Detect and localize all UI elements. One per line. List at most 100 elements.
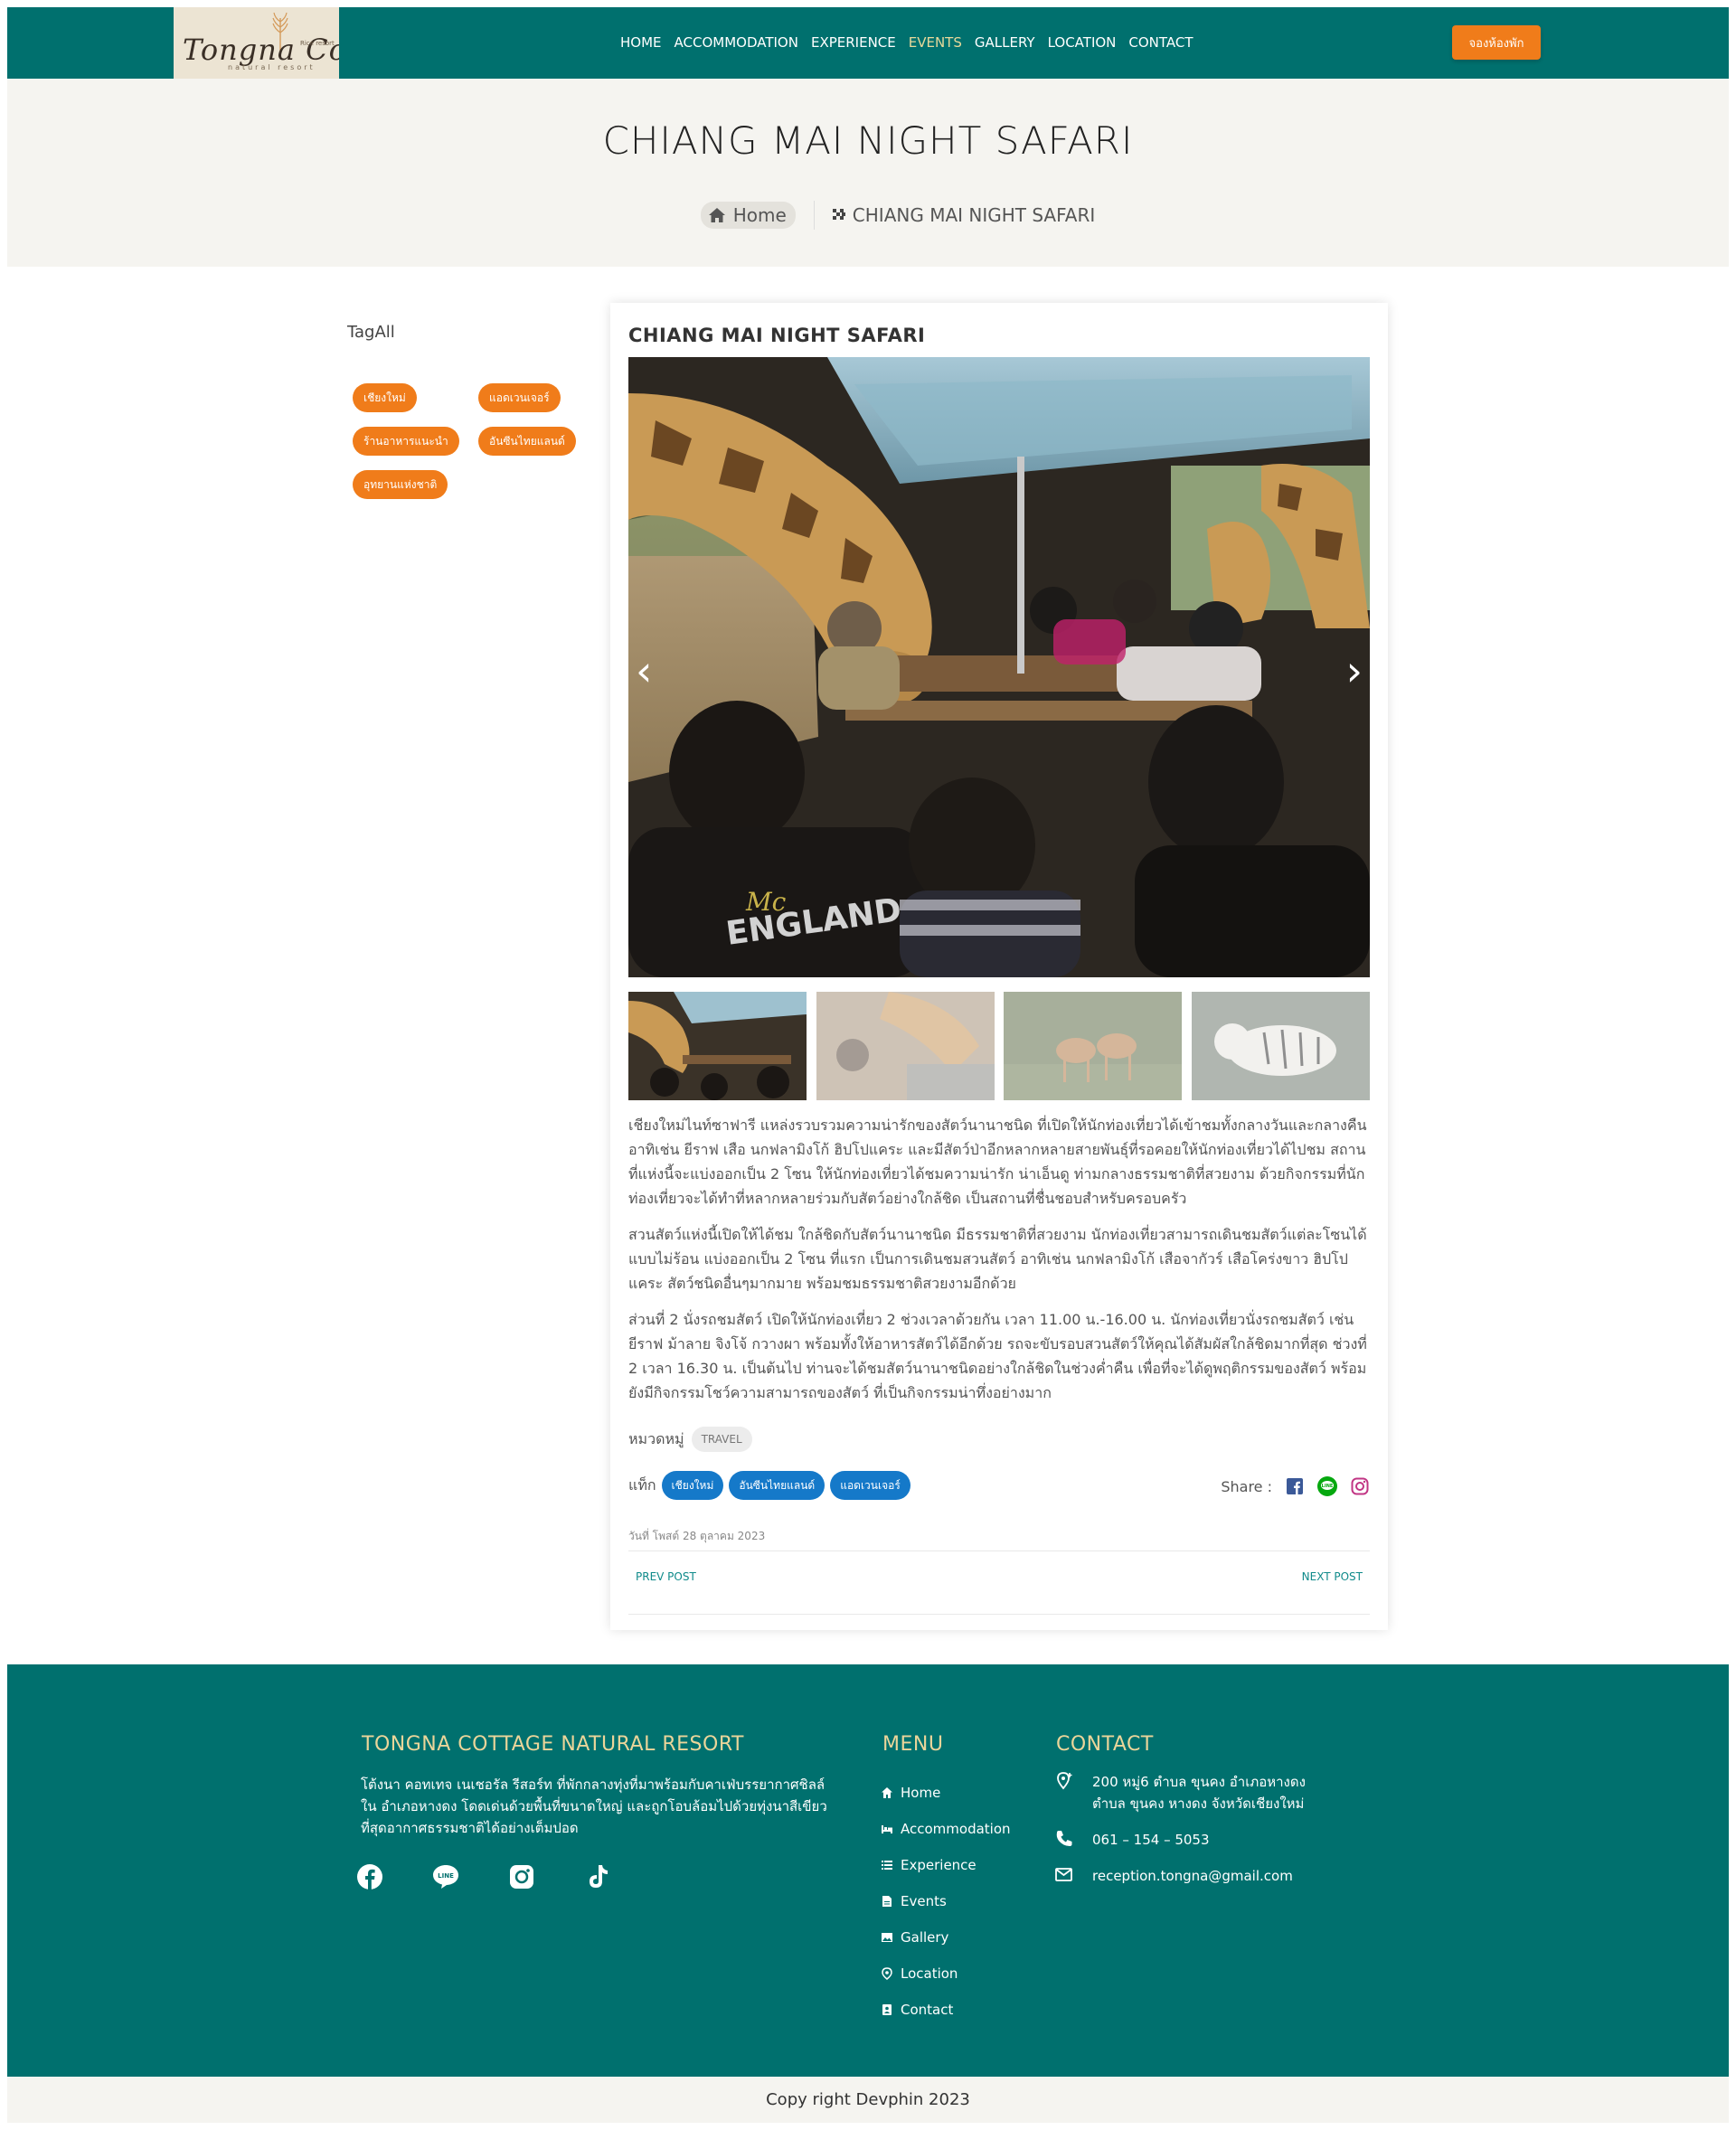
logo-subtitle: natural resort — [228, 63, 316, 71]
footer-phone-row[interactable]: 061 – 154 – 5053 — [1054, 1829, 1309, 1851]
sidebar-tag-chiangmai[interactable]: เชียงใหม่ — [353, 383, 417, 412]
mail-icon — [1055, 1868, 1072, 1881]
thumbnail-strip — [628, 992, 1370, 1100]
book-room-button[interactable]: จองห้องพัก — [1452, 25, 1541, 60]
footer-menu-label: Contact — [901, 2002, 954, 2018]
footer-menu-title: MENU — [882, 1733, 944, 1756]
page: Tongna Co age Rice resort natural resort… — [0, 0, 1736, 2130]
file-icon — [882, 1896, 892, 1907]
post-tag-chiangmai[interactable]: เชียงใหม่ — [661, 1471, 724, 1500]
footer-menu-label: Events — [901, 1893, 947, 1909]
post-paragraph-3: ส่วนที่ 2 นั่งรถชมสัตว์ เปิดให้นักท่องเท… — [628, 1311, 1367, 1401]
share-bar: Share : LINE — [1221, 1476, 1370, 1496]
main-photo[interactable]: Mc ENGLAND ‹ › — [628, 357, 1370, 977]
thumbnail-overlay — [816, 992, 995, 1100]
footer-brand-title: TONGNA COTTAGE NATURAL RESORT — [362, 1733, 744, 1756]
prev-slide-arrow[interactable]: ‹ — [636, 646, 652, 695]
sidebar-tag-adventure[interactable]: แอดเวนเจอร์ — [478, 383, 561, 412]
category-travel[interactable]: TRAVEL — [691, 1427, 752, 1452]
footer-email-row[interactable]: reception.tongna@gmail.com — [1054, 1865, 1309, 1887]
thumb-bus-photo — [628, 992, 807, 1100]
footer-menu-contact[interactable]: Contact — [881, 1992, 1011, 2028]
facebook-icon[interactable] — [1285, 1476, 1305, 1496]
sidebar-tag-restaurant[interactable]: ร้านอาหารแนะนำ — [353, 427, 459, 456]
divider — [628, 1550, 1370, 1551]
nav-home[interactable]: HOME — [620, 34, 662, 51]
home-icon — [882, 1787, 892, 1798]
line-icon[interactable]: LINE — [1317, 1476, 1337, 1496]
next-post-link[interactable]: NEXT POST — [1302, 1570, 1363, 1583]
logo-small-text: Rice resort — [300, 40, 335, 47]
footer-address-row: 200 หมู่6 ตำบล ขุนคง อำเภอหางดง ตำบล ขุน… — [1054, 1771, 1309, 1814]
share-label: Share : — [1221, 1477, 1272, 1495]
breadcrumb-home[interactable]: Home — [700, 202, 796, 229]
instagram-icon[interactable] — [1350, 1476, 1370, 1496]
footer-email: reception.tongna@gmail.com — [1092, 1868, 1293, 1884]
post-paragraph-2: สวนสัตว์แห่งนี้เปิดให้ได้ชม ใกล้ชิดกับสั… — [628, 1226, 1367, 1292]
nav-events[interactable]: EVENTS — [909, 34, 962, 51]
pin-icon — [882, 1967, 892, 1980]
sidebar-tag-unseen[interactable]: อันซีนไทยแลนด์ — [478, 427, 576, 456]
logo-text: Tongna Co age — [183, 33, 339, 67]
divider — [628, 1614, 1370, 1615]
bed-icon — [882, 1825, 892, 1833]
contact-icon — [882, 2004, 892, 2015]
nav-contact[interactable]: CONTACT — [1128, 34, 1193, 51]
footer-contact-title: CONTACT — [1056, 1733, 1154, 1756]
footer-menu-events[interactable]: Events — [881, 1883, 1011, 1919]
main-nav: HOME ACCOMMODATION EXPERIENCE EVENTS GAL… — [620, 34, 1206, 51]
footer-menu: Home Accommodation Experience Events Gal… — [881, 1775, 1011, 2028]
footer-social: LINE — [354, 1861, 613, 1892]
breadcrumb: Home CHIANG MAI NIGHT SAFARI — [7, 201, 1729, 230]
footer-instagram-icon[interactable] — [506, 1861, 537, 1892]
footer-menu-location[interactable]: Location — [881, 1956, 1011, 1992]
footer-menu-gallery[interactable]: Gallery — [881, 1919, 1011, 1956]
post-date: วันที่ โพสต์ 28 ตุลาคม 2023 — [628, 1530, 766, 1542]
breadcrumb-divider — [813, 201, 815, 230]
post-body: เชียงใหม่ไนท์ซาฟารี แหล่งรวบรวมความน่ารั… — [628, 1113, 1370, 1417]
list-icon — [882, 1861, 892, 1870]
footer-line-icon[interactable]: LINE — [430, 1861, 461, 1892]
nav-experience[interactable]: EXPERIENCE — [811, 34, 896, 51]
post-title: CHIANG MAI NIGHT SAFARI — [628, 325, 926, 346]
footer: TONGNA COTTAGE NATURAL RESORT โต้งนา คอท… — [7, 1664, 1729, 2077]
category-row: หมวดหมู่ TRAVEL — [628, 1427, 752, 1452]
location-icon — [1057, 1772, 1072, 1790]
footer-menu-home[interactable]: Home — [881, 1775, 1011, 1811]
footer-tiktok-icon[interactable] — [582, 1861, 613, 1892]
thumbnail-3[interactable] — [1004, 992, 1183, 1100]
thumbnail-overlay — [1191, 992, 1370, 1100]
nav-location[interactable]: LOCATION — [1048, 34, 1117, 51]
thumbnail-4[interactable] — [1191, 992, 1370, 1100]
logo[interactable]: Tongna Co age Rice resort natural resort — [174, 7, 339, 79]
home-icon — [708, 208, 725, 222]
footer-menu-accommodation[interactable]: Accommodation — [881, 1811, 1011, 1847]
footer-menu-label: Location — [901, 1965, 958, 1982]
category-label: หมวดหมู่ — [628, 1429, 684, 1447]
prev-post-link[interactable]: PREV POST — [636, 1570, 696, 1583]
checker-icon — [832, 209, 845, 220]
footer-about: โต้งนา คอทเทจ เนเชอรัล รีสอร์ท ที่พักกลา… — [361, 1777, 827, 1836]
post-card: CHIANG MAI NIGHT SAFARI Mc ENGLAND ‹ › เ… — [610, 303, 1388, 1630]
image-icon — [882, 1933, 892, 1942]
post-tag-adventure[interactable]: แอดเวนเจอร์ — [830, 1471, 910, 1500]
sidebar-tag-national-park[interactable]: อุทยานแห่งชาติ — [353, 470, 448, 499]
thumbnail-overlay — [1004, 992, 1183, 1100]
tags-label: แท็ก — [628, 1475, 656, 1494]
breadcrumb-current: CHIANG MAI NIGHT SAFARI — [832, 204, 1095, 226]
tag-row: แท็ก เชียงใหม่ อันซีนไทยแลนด์ แอดเวนเจอร… — [628, 1471, 910, 1500]
next-slide-arrow[interactable]: › — [1346, 646, 1363, 695]
safari-photo: Mc ENGLAND — [628, 357, 1370, 977]
footer-menu-label: Experience — [901, 1857, 976, 1873]
post-paragraph-1: เชียงใหม่ไนท์ซาฟารี แหล่งรวบรวมความน่ารั… — [628, 1117, 1367, 1207]
thumbnail-1[interactable] — [628, 992, 807, 1100]
footer-facebook-icon[interactable] — [354, 1861, 385, 1892]
nav-gallery[interactable]: GALLERY — [975, 34, 1035, 51]
footer-menu-label: Accommodation — [901, 1821, 1011, 1837]
svg-text:LINE: LINE — [1322, 1484, 1334, 1489]
nav-accommodation[interactable]: ACCOMMODATION — [675, 34, 798, 51]
footer-menu-experience[interactable]: Experience — [881, 1847, 1011, 1883]
thumbnail-2[interactable] — [816, 992, 995, 1100]
post-tag-unseen[interactable]: อันซีนไทยแลนด์ — [729, 1471, 826, 1500]
top-navbar: Tongna Co age Rice resort natural resort… — [7, 7, 1729, 79]
